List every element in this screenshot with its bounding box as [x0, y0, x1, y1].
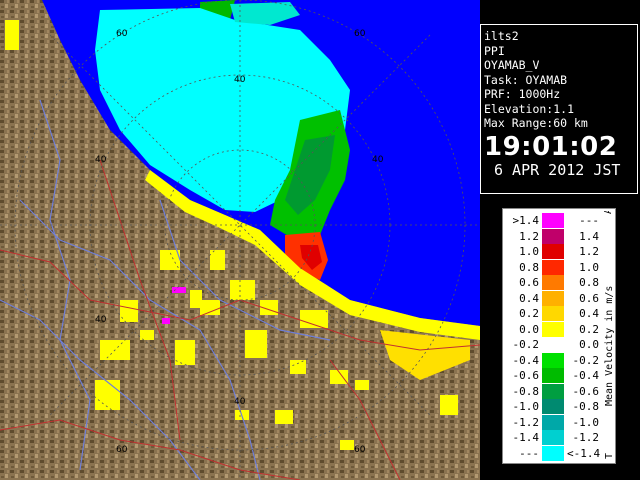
ring-label: 40 [95, 315, 107, 325]
legend-upper-bound: -0.2 [572, 353, 600, 367]
time-display: 19:01:02 [484, 131, 618, 162]
legend-title: A Mean Velocity in m/s T [603, 211, 615, 459]
legend-upper-bound: 1.0 [579, 260, 599, 274]
legend-row: 0.0 0.2 [503, 321, 603, 337]
legend-lower-bound: 0.6 [519, 276, 539, 289]
ring-label: 40 [234, 75, 246, 85]
legend-lower-bound: -0.4 [512, 353, 540, 367]
legend-lower-bound: 1.2 [519, 229, 539, 243]
legend-bottom-mark: T [604, 453, 615, 459]
legend-upper-bound: 1.4 [579, 229, 599, 243]
legend-color-swatch [542, 337, 564, 352]
legend-lower-bound: >1.4 [512, 214, 540, 227]
info-line: Elevation:1.1 [484, 101, 575, 116]
legend-row: 0.6 0.8 [503, 275, 603, 290]
info-line: PRF: 1000Hz [484, 87, 561, 101]
legend-row: -0.6 -0.4 [503, 368, 603, 383]
legend-upper-bound: 0.4 [579, 307, 599, 320]
legend-row: 0.4 0.6 [503, 290, 603, 306]
legend-lower-bound: 0.4 [519, 291, 539, 305]
legend-lower-bound: 0.0 [519, 322, 539, 336]
legend-color-swatch [542, 275, 564, 290]
ring-label: 40 [95, 155, 107, 165]
echo-magenta-1 [172, 287, 186, 293]
legend-color-swatch [542, 259, 564, 275]
legend-lower-bound: 1.0 [519, 245, 539, 258]
legend-color-swatch [542, 352, 564, 368]
legend-lower-bound: --- [519, 446, 539, 460]
legend-row: >1.4 --- [503, 213, 603, 228]
echo-magenta-2 [162, 318, 170, 324]
legend-upper-bound: -0.4 [572, 369, 600, 382]
legend-upper-bound: 1.2 [579, 245, 599, 258]
legend-row: --- <-1.4 [503, 445, 603, 461]
legend-row: 0.8 1.0 [503, 259, 603, 275]
legend-row: -1.2 -1.0 [503, 414, 603, 430]
ring-label: 40 [234, 397, 246, 407]
legend-color-swatch [542, 399, 564, 414]
legend-lower-bound: -0.6 [512, 369, 540, 382]
legend-lower-bound: -1.4 [512, 431, 540, 444]
legend-color-swatch [542, 321, 564, 337]
legend-color-swatch [542, 228, 564, 244]
legend-upper-bound: -0.6 [572, 384, 600, 398]
radar-info-panel: ilts2 PPI OYAMAB_V Task: OYAMAB PRF: 100… [480, 24, 638, 194]
velocity-color-legend: >1.4 --- 1.2 1.4 1.0 1.2 0.8 1.0 0.6 0.8 0.4 0.6 0.2… [502, 208, 616, 464]
legend-top-mark: A [603, 211, 614, 214]
radar-ppi-map: 40 60 60 40 40 40 40 60 60 [0, 0, 480, 480]
info-line: PPI [484, 43, 505, 58]
info-line: Task: OYAMAB [484, 72, 568, 87]
legend-row: -1.4 -1.2 [503, 430, 603, 445]
legend-color-swatch [542, 213, 564, 228]
legend-lower-bound: -0.8 [512, 384, 540, 398]
ring-label: 60 [116, 29, 128, 39]
legend-color-swatch [542, 306, 564, 321]
legend-lower-bound: 0.8 [519, 260, 539, 274]
legend-row: 0.2 0.4 [503, 306, 603, 321]
legend-upper-bound: -0.8 [572, 400, 600, 413]
ring-label: 60 [354, 29, 366, 39]
legend-color-swatch [542, 445, 564, 461]
legend-color-swatch [542, 368, 564, 383]
legend-row: -0.8 -0.6 [503, 383, 603, 399]
legend-row: -0.2 0.0 [503, 337, 603, 352]
ring-label: 60 [116, 445, 128, 455]
legend-upper-bound: 0.2 [579, 322, 599, 336]
legend-color-swatch [542, 383, 564, 399]
legend-color-swatch [542, 244, 564, 259]
legend-row: -1.0 -0.8 [503, 399, 603, 414]
legend-upper-bound: 0.8 [579, 276, 599, 289]
legend-lower-bound: -1.0 [512, 400, 540, 413]
legend-lower-bound: -1.2 [512, 415, 540, 429]
legend-upper-bound: <-1.4 [567, 446, 601, 460]
legend-row: 1.2 1.4 [503, 228, 603, 244]
legend-row: -0.4 -0.2 [503, 352, 603, 368]
legend-upper-bound: -1.2 [572, 431, 600, 444]
info-line: Max Range:60 km [484, 116, 588, 130]
legend-color-swatch [542, 290, 564, 306]
legend-lower-bound: 0.2 [519, 307, 539, 320]
legend-color-swatch [542, 430, 564, 445]
legend-row: 1.0 1.2 [503, 244, 603, 259]
legend-upper-bound: --- [579, 214, 599, 227]
legend-color-swatch [542, 414, 564, 430]
legend-title-text: Mean Velocity in m/s [604, 286, 615, 406]
legend-upper-bound: 0.6 [579, 291, 599, 305]
legend-lower-bound: -0.2 [512, 338, 540, 351]
info-line: ilts2 [484, 29, 519, 43]
legend-upper-bound: 0.0 [579, 338, 599, 351]
legend-upper-bound: -1.0 [572, 415, 600, 429]
ring-label: 40 [372, 155, 384, 165]
ring-label: 60 [354, 445, 366, 455]
info-line: OYAMAB_V [484, 58, 540, 72]
date-display: 6 APR 2012 JST [494, 160, 621, 179]
